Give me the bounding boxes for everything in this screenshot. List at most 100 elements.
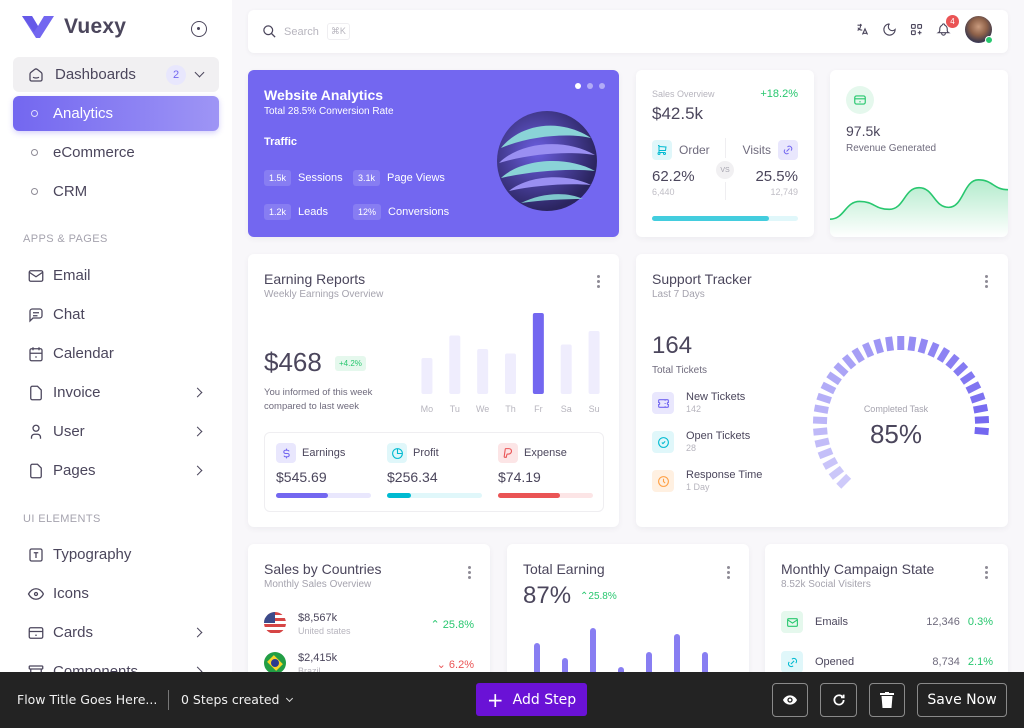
sidebar-item-ecommerce[interactable]: eCommerce: [13, 135, 219, 170]
bar-tu: [449, 335, 461, 394]
bar-th: [505, 353, 516, 394]
sidebar-item-dashboards[interactable]: Dashboards 2: [13, 57, 219, 92]
sidebar-item-calendar[interactable]: Calendar: [13, 336, 219, 371]
file-icon: [27, 462, 45, 480]
more-options-icon[interactable]: [597, 275, 600, 288]
carousel-dot[interactable]: [587, 83, 593, 89]
add-step-label: Add Step: [512, 691, 577, 708]
sidebar-item-analytics[interactable]: Analytics: [13, 96, 219, 131]
earning-amount: $468: [264, 347, 322, 377]
archive-icon: [27, 663, 45, 672]
total-earning-card: Total Earning 87% ⌃25.8%: [507, 544, 749, 684]
delete-button[interactable]: [869, 683, 905, 717]
sidebar-item-cards[interactable]: Cards: [13, 615, 219, 650]
carousel-dot[interactable]: [599, 83, 605, 89]
item-value: 1 Day: [686, 482, 710, 492]
gauge-segment: [973, 403, 989, 414]
sidebar-item-typography[interactable]: Typography: [13, 537, 219, 572]
sidebar-item-label: Email: [53, 267, 91, 284]
carousel-dot[interactable]: [575, 83, 581, 89]
steps-dropdown[interactable]: 0 Steps created: [181, 692, 293, 707]
revenue-card: 97.5k Revenue Generated: [830, 70, 1008, 237]
campaign-value: 12,346: [926, 616, 960, 628]
stat-label: Earnings: [302, 447, 346, 459]
sidebar-toggle-button[interactable]: [191, 21, 207, 37]
bar-sa: [560, 344, 572, 394]
refresh-button[interactable]: [820, 683, 857, 717]
stat-conversions: 12% Conversions: [353, 204, 449, 220]
more-options-icon[interactable]: [468, 566, 471, 579]
eye-icon: [27, 585, 45, 603]
sidebar-item-invoice[interactable]: Invoice: [13, 375, 219, 410]
us-flag-icon: [264, 612, 286, 634]
more-options-icon[interactable]: [985, 566, 988, 579]
sidebar-item-label: CRM: [53, 183, 88, 200]
earning-reports-card: Earning Reports Weekly Earnings Overview…: [248, 254, 619, 527]
divider: [725, 182, 726, 200]
gauge-segment: [820, 381, 837, 395]
sidebar-item-icons[interactable]: Icons: [13, 576, 219, 611]
sales-value: $42.5k: [652, 104, 704, 123]
add-step-button[interactable]: + Add Step: [476, 683, 587, 716]
order-percent: 62.2%: [652, 168, 695, 185]
divider: [725, 138, 726, 158]
steps-label: 0 Steps created: [181, 692, 280, 707]
item-title: New Tickets: [686, 391, 746, 403]
card-title: Earning Reports: [264, 271, 366, 287]
country-row: $8,567k United states ⌃ 25.8%: [264, 612, 474, 636]
x-tick-label: Fr: [534, 404, 543, 414]
flow-title[interactable]: Flow Title Goes Here...: [17, 692, 157, 707]
sidebar-item-label: Components: [53, 663, 139, 672]
sidebar-item-chat[interactable]: Chat: [13, 297, 219, 332]
sidebar-item-label: Typography: [53, 546, 132, 563]
translate-icon[interactable]: [853, 21, 871, 39]
order-label: Order: [679, 143, 710, 157]
gauge-segment: [836, 473, 852, 489]
search-shortcut: ⌘K: [326, 23, 350, 40]
gauge-segment: [959, 371, 976, 385]
more-options-icon[interactable]: [985, 275, 988, 288]
bell-icon[interactable]: 4: [934, 14, 959, 39]
weekly-earnings-bar-chart: Mo Tu We Th Fr Sa Su: [421, 313, 600, 414]
x-tick-label: Mo: [421, 404, 434, 414]
bar-we: [477, 349, 489, 394]
save-now-button[interactable]: Save Now: [917, 683, 1007, 717]
stat-page-views: 3.1k Page Views: [353, 170, 445, 186]
gauge-segment: [851, 347, 865, 364]
sidebar-item-components[interactable]: Components: [13, 654, 219, 672]
total-tickets-label: Total Tickets: [652, 365, 708, 376]
visits-count: 12,749: [770, 187, 798, 197]
gauge-segment: [826, 371, 842, 386]
search-input[interactable]: Search: [284, 26, 319, 38]
user-avatar[interactable]: [965, 16, 993, 44]
apps-add-icon[interactable]: [907, 21, 925, 39]
sidebar-item-user[interactable]: User: [13, 414, 219, 449]
progress-fill: [276, 493, 329, 498]
card-subtitle: Monthly Sales Overview: [264, 579, 372, 590]
stat-label: Profit: [413, 447, 439, 459]
brand[interactable]: Vuexy: [22, 14, 126, 40]
section-title-ui: UI ELEMENTS: [23, 513, 101, 525]
sidebar-item-email[interactable]: Email: [13, 258, 219, 293]
sidebar-item-crm[interactable]: CRM: [13, 174, 219, 209]
item-title: Response Time: [686, 469, 763, 481]
revenue-label: Revenue Generated: [846, 143, 937, 154]
link-icon: [781, 651, 803, 673]
sidebar-item-label: Analytics: [53, 105, 114, 122]
sidebar-item-pages[interactable]: Pages: [13, 453, 219, 488]
chevron-down-icon: [285, 694, 293, 702]
campaign-percent: 2.1%: [967, 656, 993, 668]
stat-value: 1.5k: [264, 170, 292, 186]
sidebar-item-label: Calendar: [53, 345, 114, 362]
brazil-flag-icon: [264, 652, 286, 674]
search-bar[interactable]: Search ⌘K: [262, 23, 350, 40]
visits-label-group: Visits: [743, 140, 798, 160]
stat-amount: $545.69: [276, 469, 327, 485]
more-options-icon[interactable]: [727, 566, 730, 579]
campaign-percent: 0.3%: [967, 616, 993, 628]
moon-icon[interactable]: [880, 21, 898, 39]
circle-icon: [31, 149, 38, 156]
chat-icon: [27, 306, 45, 324]
preview-button[interactable]: [772, 683, 808, 717]
order-label-group: Order: [652, 140, 710, 160]
